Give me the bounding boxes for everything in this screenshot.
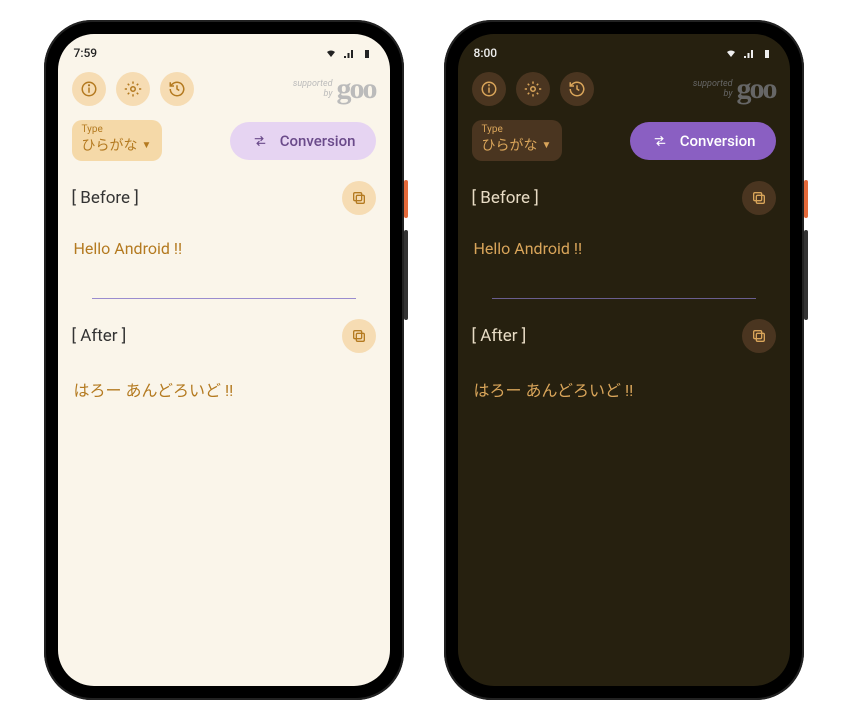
history-icon <box>568 80 586 98</box>
copy-after-button[interactable] <box>742 319 776 353</box>
copy-icon <box>351 328 367 344</box>
type-label: Type <box>482 124 552 135</box>
info-icon <box>480 80 498 98</box>
before-text[interactable]: Hello Android !! <box>72 239 376 258</box>
conversion-label: Conversion <box>280 132 356 150</box>
status-time: 7:59 <box>74 46 98 60</box>
status-time: 8:00 <box>474 46 498 60</box>
history-button[interactable] <box>560 72 594 106</box>
copy-icon <box>751 328 767 344</box>
battery-icon <box>360 48 374 60</box>
type-selector[interactable]: Type ひらがな ▼ <box>472 120 562 161</box>
brand-logo: supported by goo <box>293 72 376 106</box>
copy-before-button[interactable] <box>742 181 776 215</box>
supported-by-text: supported by <box>693 80 733 100</box>
goo-logo: goo <box>337 72 376 106</box>
signal-icon <box>342 48 356 60</box>
section-divider <box>92 298 356 299</box>
chevron-down-icon: ▼ <box>542 140 552 151</box>
status-bar: 7:59 <box>58 34 390 62</box>
copy-before-button[interactable] <box>342 181 376 215</box>
info-button[interactable] <box>472 72 506 106</box>
gear-icon <box>124 80 142 98</box>
conversion-button[interactable]: Conversion <box>630 122 776 160</box>
before-heading: [ Before ] <box>472 188 539 208</box>
type-selector[interactable]: Type ひらがな ▼ <box>72 120 162 161</box>
after-heading: [ After ] <box>472 326 527 346</box>
copy-after-button[interactable] <box>342 319 376 353</box>
phone-dark: 8:00 <box>444 20 804 700</box>
type-value: ひらがな <box>482 135 538 155</box>
section-divider <box>492 298 756 299</box>
before-heading: [ Before ] <box>72 188 139 208</box>
history-icon <box>168 80 186 98</box>
before-text[interactable]: Hello Android !! <box>472 239 776 258</box>
type-label: Type <box>82 124 152 135</box>
wifi-icon <box>324 48 338 60</box>
after-text: はろー あんどろいど !! <box>72 377 376 401</box>
status-bar: 8:00 <box>458 34 790 62</box>
gear-icon <box>524 80 542 98</box>
info-button[interactable] <box>72 72 106 106</box>
info-icon <box>80 80 98 98</box>
swap-icon <box>250 134 270 148</box>
copy-icon <box>751 190 767 206</box>
goo-logo: goo <box>737 72 776 106</box>
wifi-icon <box>724 48 738 60</box>
swap-icon <box>650 134 670 148</box>
settings-button[interactable] <box>516 72 550 106</box>
chevron-down-icon: ▼ <box>142 140 152 151</box>
phone-light: 7:59 <box>44 20 404 700</box>
settings-button[interactable] <box>116 72 150 106</box>
history-button[interactable] <box>160 72 194 106</box>
after-heading: [ After ] <box>72 326 127 346</box>
conversion-label: Conversion <box>680 132 756 150</box>
signal-icon <box>742 48 756 60</box>
after-text: はろー あんどろいど !! <box>472 377 776 401</box>
battery-icon <box>760 48 774 60</box>
brand-logo: supported by goo <box>693 72 776 106</box>
conversion-button[interactable]: Conversion <box>230 122 376 160</box>
copy-icon <box>351 190 367 206</box>
type-value: ひらがな <box>82 135 138 155</box>
supported-by-text: supported by <box>293 80 333 100</box>
